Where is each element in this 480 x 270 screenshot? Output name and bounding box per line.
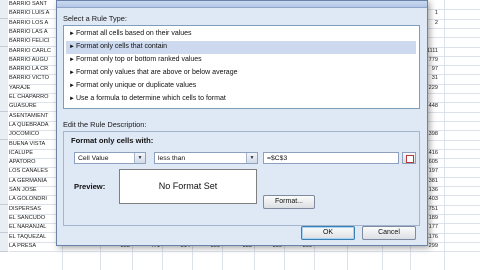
format-button[interactable]: Format... (263, 195, 315, 209)
bullet-arrow-icon: ► (69, 70, 75, 76)
row-header[interactable] (0, 241, 8, 252)
rule-type-item[interactable]: ► Format only cells that contain (66, 41, 416, 54)
rule-type-item[interactable]: ► Format only values that are above or be… (66, 67, 416, 80)
rule-type-item[interactable]: ► Format only top or bottom ranked values (66, 54, 416, 67)
cell-value-combo-text: Cell Value (78, 155, 109, 162)
rule-type-item[interactable]: ► Use a formula to determine which cells … (66, 93, 416, 106)
edit-rule-description-label: Edit the Rule Description: (63, 120, 147, 129)
chevron-down-icon[interactable]: ▼ (246, 153, 257, 163)
rule-type-label: Format only values that are above or bel… (76, 69, 238, 76)
bullet-arrow-icon: ► (69, 96, 75, 102)
range-select-icon[interactable] (402, 152, 416, 164)
rule-type-label: Format only cells that contain (76, 43, 168, 50)
rule-type-label: Format only top or bottom ranked values (76, 56, 202, 63)
format-only-cells-with-label: Format only cells with: (71, 136, 154, 145)
operator-combo-text: less than (158, 155, 186, 162)
bullet-arrow-icon: ► (69, 57, 75, 63)
operator-combo[interactable]: less than ▼ (154, 152, 258, 164)
rule-type-list: ► Format all cells based on their values ►… (63, 25, 420, 109)
preview-text: No Format Set (158, 181, 218, 191)
rule-type-item[interactable]: ► Format only unique or duplicate values (66, 80, 416, 93)
preview-label: Preview: (74, 182, 106, 191)
rule-type-label: Format all cells based on their values (76, 30, 192, 37)
grid-line (444, 0, 445, 270)
cancel-button[interactable]: Cancel (362, 226, 416, 240)
preview-box: No Format Set (119, 169, 257, 204)
select-rule-type-label: Select a Rule Type: (63, 14, 127, 23)
criteria-value-input[interactable]: =$C$3 (263, 152, 399, 164)
rule-description-panel: Format only cells with: Cell Value ▼ les… (63, 131, 420, 226)
dialog-title-bar[interactable] (57, 1, 427, 8)
criteria-value-text: =$C$3 (267, 155, 288, 162)
row-name-cell[interactable]: LA PRESA (9, 242, 63, 252)
rule-type-label: Use a formula to determine which cells t… (76, 95, 226, 102)
chevron-down-icon[interactable]: ▼ (134, 153, 145, 163)
rule-type-item[interactable]: ► Format all cells based on their values (66, 28, 416, 41)
rule-type-label: Format only unique or duplicate values (76, 82, 197, 89)
cell-value-combo[interactable]: Cell Value ▼ (74, 152, 146, 164)
new-formatting-rule-dialog: Select a Rule Type: ► Format all cells ba… (56, 0, 428, 246)
bullet-arrow-icon: ► (69, 83, 75, 89)
grid-line (62, 251, 480, 253)
bullet-arrow-icon: ► (69, 31, 75, 37)
bullet-arrow-icon: ► (69, 44, 75, 50)
ok-button[interactable]: OK (301, 226, 355, 240)
